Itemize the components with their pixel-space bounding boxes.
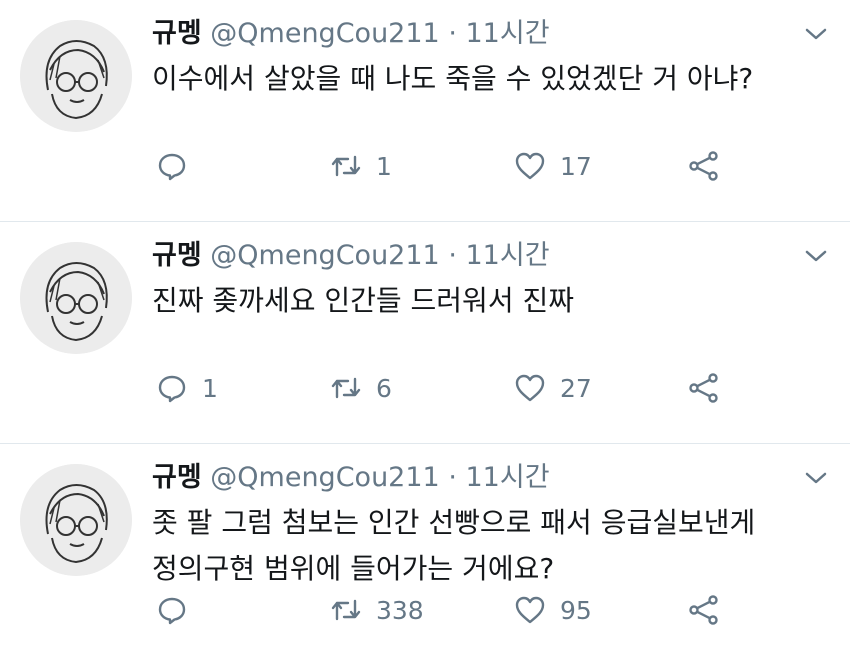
heart-icon [515,596,545,624]
tweet[interactable]: 규멩 @QmengCou211 · 11시간 좃 팔 그럼 첨보는 인간 선빵으… [0,444,850,666]
tweet-header: 규멩 @QmengCou211 · 11시간 [152,236,550,276]
avatar[interactable] [20,464,132,576]
user-handle[interactable]: @QmengCou211 [210,462,439,493]
tweet-text-line: 이수에서 살았을 때 나도 죽을 수 있었겠단 거 아냐? [152,62,754,95]
user-name[interactable]: 규멩 [152,240,202,271]
like-count: 27 [560,373,592,403]
reply-icon [158,375,186,403]
retweet-count: 6 [376,373,392,403]
like-button[interactable]: 17 [514,144,592,188]
tweet-text: 좃 팔 그럼 첨보는 인간 선빵으로 패서 응급실보낸게 정의구현 범위에 들어… [152,500,832,592]
tweet[interactable]: 규멩 @QmengCou211 · 11시간 이수에서 살았을 때 나도 죽을 … [0,0,850,222]
tweet[interactable]: 규멩 @QmengCou211 · 11시간 진짜 좆까세요 인간들 드러워서 … [0,222,850,444]
avatar[interactable] [20,20,132,132]
timestamp[interactable]: 11시간 [466,462,550,493]
user-name[interactable]: 규멩 [152,18,202,49]
share-icon [689,595,718,625]
tweet-header: 규멩 @QmengCou211 · 11시간 [152,458,550,498]
like-button[interactable]: 27 [514,366,592,410]
separator: · [448,18,457,49]
reply-count: 1 [202,373,218,403]
avatar-drawing [20,242,132,354]
retweet-button[interactable]: 6 [330,366,392,410]
like-count: 17 [560,151,592,181]
like-button[interactable]: 95 [514,588,592,632]
separator: · [448,240,457,271]
timestamp[interactable]: 11시간 [466,18,550,49]
tweet-text-line: 진짜 좆까세요 인간들 드러워서 진짜 [152,284,575,317]
heart-icon [515,152,545,180]
tweet-text: 이수에서 살았을 때 나도 죽을 수 있었겠단 거 아냐? [152,56,832,102]
tweet-header: 규멩 @QmengCou211 · 11시간 [152,14,550,54]
tweet-text: 진짜 좆까세요 인간들 드러워서 진짜 [152,278,832,324]
share-icon [689,373,718,403]
share-button[interactable] [688,144,720,188]
reply-button[interactable] [156,144,202,188]
retweet-count: 1 [376,151,392,181]
avatar-drawing [20,20,132,132]
user-handle[interactable]: @QmengCou211 [210,240,439,271]
retweet-count: 338 [376,595,424,625]
tweet-text-line: 좃 팔 그럼 첨보는 인간 선빵으로 패서 응급실보낸게 [152,506,756,539]
reply-button[interactable]: 1 [156,366,218,410]
timeline: 규멩 @QmengCou211 · 11시간 이수에서 살았을 때 나도 죽을 … [0,0,850,666]
share-button[interactable] [688,366,720,410]
retweet-button[interactable]: 1 [330,144,392,188]
separator: · [448,462,457,493]
retweet-button[interactable]: 338 [330,588,424,632]
retweet-icon [331,599,361,621]
user-handle[interactable]: @QmengCou211 [210,18,439,49]
tweet-actions: 1 6 27 [152,366,792,410]
chevron-down-icon[interactable] [804,470,828,486]
tweet-actions: 338 95 [152,588,792,632]
chevron-down-icon[interactable] [804,248,828,264]
reply-icon [158,153,186,181]
reply-icon [158,597,186,625]
retweet-icon [331,377,361,399]
avatar-drawing [20,464,132,576]
retweet-icon [331,155,361,177]
reply-button[interactable] [156,588,202,632]
share-icon [689,151,718,181]
chevron-down-icon[interactable] [804,26,828,42]
avatar[interactable] [20,242,132,354]
share-button[interactable] [688,588,720,632]
heart-icon [515,374,545,402]
timestamp[interactable]: 11시간 [466,240,550,271]
tweet-text-line: 정의구현 범위에 들어가는 거에요? [152,552,555,585]
user-name[interactable]: 규멩 [152,462,202,493]
tweet-actions: 1 17 [152,144,792,188]
like-count: 95 [560,595,592,625]
